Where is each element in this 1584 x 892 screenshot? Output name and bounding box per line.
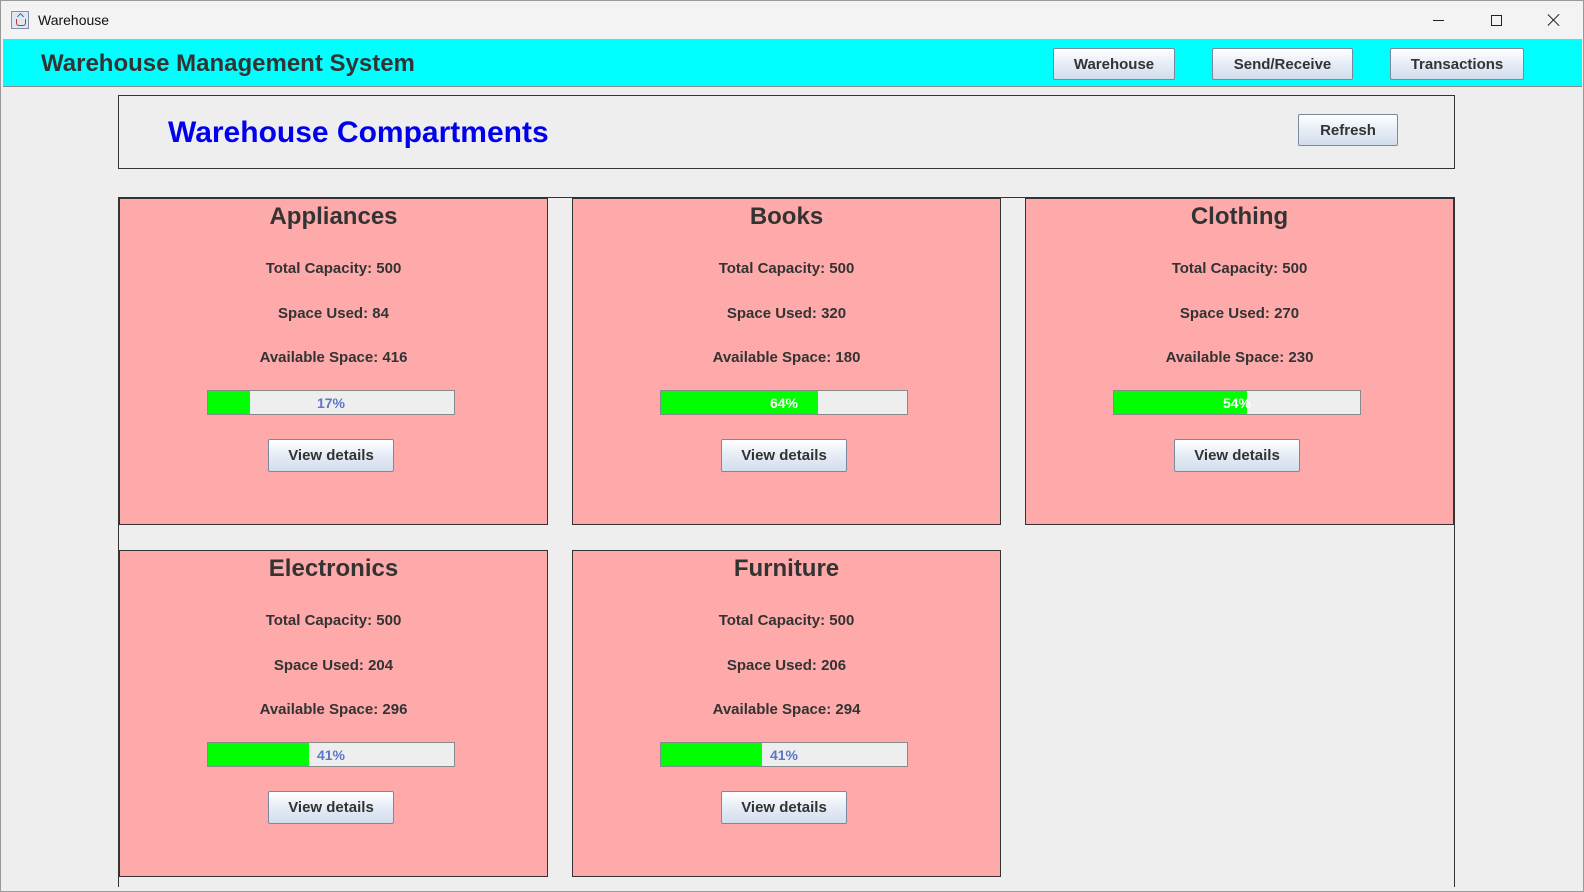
compartment-card-appliances: Appliances Total Capacity: 500 Space Use… bbox=[119, 198, 548, 525]
app-header: Warehouse Management System Warehouse Se… bbox=[3, 39, 1582, 87]
total-capacity: Total Capacity: 500 bbox=[718, 612, 855, 629]
available-space: Available Space: 230 bbox=[1165, 349, 1314, 366]
capacity-progress-bar: 17% bbox=[207, 390, 455, 415]
total-capacity: Total Capacity: 500 bbox=[1171, 260, 1308, 277]
window-controls bbox=[1409, 1, 1583, 39]
capacity-progress-bar: 41% bbox=[207, 742, 455, 767]
total-capacity: Total Capacity: 500 bbox=[265, 612, 402, 629]
capacity-progress-bar: 64% bbox=[660, 390, 908, 415]
available-space: Available Space: 416 bbox=[259, 349, 408, 366]
compartments-grid: Appliances Total Capacity: 500 Space Use… bbox=[118, 197, 1455, 887]
space-used: Space Used: 320 bbox=[726, 305, 847, 322]
compartment-name: Books bbox=[749, 203, 824, 230]
refresh-button[interactable]: Refresh bbox=[1298, 114, 1398, 146]
nav-transactions-button[interactable]: Transactions bbox=[1390, 48, 1524, 80]
total-capacity: Total Capacity: 500 bbox=[265, 260, 402, 277]
available-space: Available Space: 294 bbox=[712, 701, 861, 718]
app-title: Warehouse Management System bbox=[41, 50, 415, 77]
java-cup-icon bbox=[11, 11, 29, 29]
app-window: Warehouse Warehouse Management System Wa… bbox=[0, 0, 1584, 892]
close-button[interactable] bbox=[1525, 1, 1583, 39]
view-details-button[interactable]: View details bbox=[268, 439, 394, 472]
capacity-progress-bar: 54% bbox=[1113, 390, 1361, 415]
window-title: Warehouse bbox=[38, 12, 110, 28]
page-title: Warehouse Compartments bbox=[168, 116, 549, 149]
progress-percent: 64% bbox=[769, 394, 799, 411]
maximize-button[interactable] bbox=[1467, 1, 1525, 39]
available-space: Available Space: 296 bbox=[259, 701, 408, 718]
title-panel: Warehouse Compartments Refresh bbox=[118, 95, 1455, 169]
capacity-progress-bar: 41% bbox=[660, 742, 908, 767]
close-icon bbox=[1547, 13, 1561, 27]
compartment-card-electronics: Electronics Total Capacity: 500 Space Us… bbox=[119, 550, 548, 877]
compartment-card-clothing: Clothing Total Capacity: 500 Space Used:… bbox=[1025, 198, 1454, 525]
compartment-name: Furniture bbox=[733, 555, 840, 582]
space-used: Space Used: 206 bbox=[726, 657, 847, 674]
nav-warehouse-button[interactable]: Warehouse bbox=[1053, 48, 1175, 80]
minimize-icon bbox=[1432, 19, 1444, 21]
progress-percent: 41% bbox=[769, 746, 799, 763]
minimize-button[interactable] bbox=[1409, 1, 1467, 39]
compartment-card-books: Books Total Capacity: 500 Space Used: 32… bbox=[572, 198, 1001, 525]
progress-percent: 17% bbox=[316, 394, 346, 411]
maximize-icon bbox=[1490, 14, 1502, 26]
view-details-button[interactable]: View details bbox=[1174, 439, 1300, 472]
space-used: Space Used: 84 bbox=[278, 305, 389, 322]
view-details-button[interactable]: View details bbox=[268, 791, 394, 824]
nav-send-receive-button[interactable]: Send/Receive bbox=[1212, 48, 1353, 80]
available-space: Available Space: 180 bbox=[712, 349, 861, 366]
view-details-button[interactable]: View details bbox=[721, 791, 847, 824]
compartment-name: Clothing bbox=[1190, 203, 1289, 230]
progress-percent: 54% bbox=[1222, 394, 1252, 411]
progress-percent: 41% bbox=[316, 746, 346, 763]
space-used: Space Used: 270 bbox=[1179, 305, 1300, 322]
total-capacity: Total Capacity: 500 bbox=[718, 260, 855, 277]
view-details-button[interactable]: View details bbox=[721, 439, 847, 472]
compartment-name: Appliances bbox=[269, 203, 398, 230]
space-used: Space Used: 204 bbox=[273, 657, 394, 674]
title-bar[interactable]: Warehouse bbox=[1, 1, 1583, 39]
compartment-name: Electronics bbox=[268, 555, 399, 582]
compartment-card-furniture: Furniture Total Capacity: 500 Space Used… bbox=[572, 550, 1001, 877]
